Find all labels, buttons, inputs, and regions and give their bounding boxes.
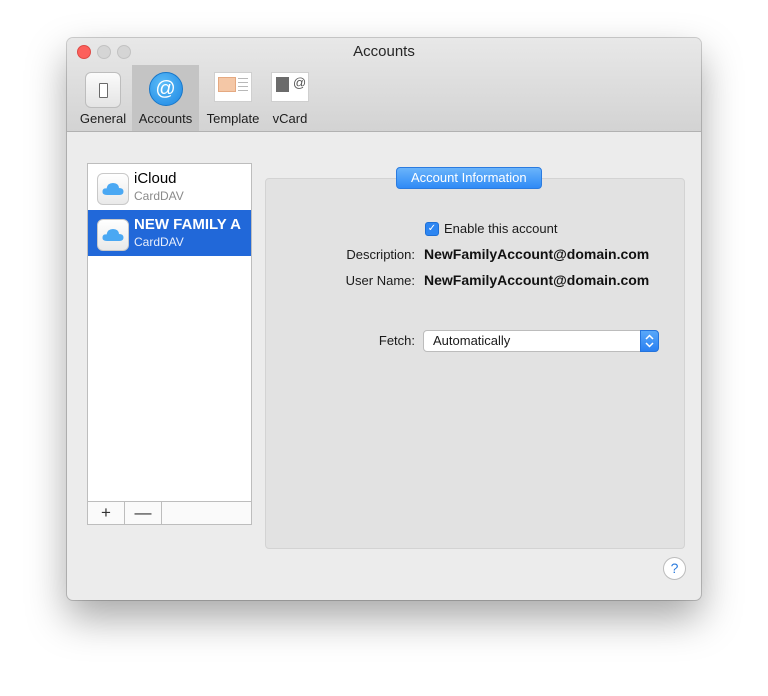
description-value: NewFamilyAccount@domain.com (424, 246, 650, 262)
remove-account-button[interactable]: — (125, 502, 162, 524)
toolbar: Accounts General @ Accounts Template @ v… (67, 38, 701, 132)
username-value: NewFamilyAccount@domain.com (424, 272, 650, 288)
tab-template[interactable]: Template (201, 65, 265, 131)
icloud-icon (97, 219, 129, 251)
tab-vcard-label: vCard (272, 111, 308, 126)
tab-vcard[interactable]: @ vCard (266, 65, 314, 131)
account-name: NEW FAMILY A (134, 216, 241, 233)
account-type: CardDAV (134, 189, 184, 203)
fetch-label: Fetch: (378, 333, 415, 348)
switch-icon (85, 72, 121, 108)
username-label: User Name: (345, 273, 415, 288)
list-controls: + — (88, 501, 251, 524)
help-button[interactable]: ? (663, 557, 686, 580)
chevron-updown-icon (640, 330, 659, 352)
icloud-icon (97, 173, 129, 205)
tab-accounts-label: Accounts (138, 111, 193, 126)
checkmark-icon[interactable]: ✓ (425, 222, 439, 236)
template-card-icon (214, 72, 252, 102)
tab-general-label: General (79, 111, 127, 126)
tab-template-label: Template (206, 111, 260, 126)
account-type: CardDAV (134, 235, 184, 249)
description-label: Description: (346, 247, 415, 262)
section-title: Account Information (396, 167, 542, 189)
list-item-new-family-account[interactable]: NEW FAMILY A CardDAV (88, 210, 251, 256)
add-account-button[interactable]: + (88, 502, 125, 524)
vcard-icon: @ (271, 72, 309, 102)
window-title: Accounts (353, 43, 415, 60)
accounts-preferences-window: Accounts General @ Accounts Template @ v… (67, 38, 701, 600)
list-item-icloud[interactable]: iCloud CardDAV (88, 164, 251, 210)
at-sign-icon: @ (148, 72, 183, 106)
enable-account-label: Enable this account (444, 221, 558, 236)
account-name: iCloud (134, 170, 177, 187)
fetch-selected-value: Automatically (433, 333, 511, 348)
tab-accounts[interactable]: @ Accounts (132, 65, 199, 131)
accounts-list[interactable]: iCloud CardDAV NEW FAMILY A CardDAV + — (87, 163, 252, 525)
tab-general[interactable]: General (76, 65, 130, 131)
fetch-select[interactable]: Automatically (423, 330, 659, 352)
